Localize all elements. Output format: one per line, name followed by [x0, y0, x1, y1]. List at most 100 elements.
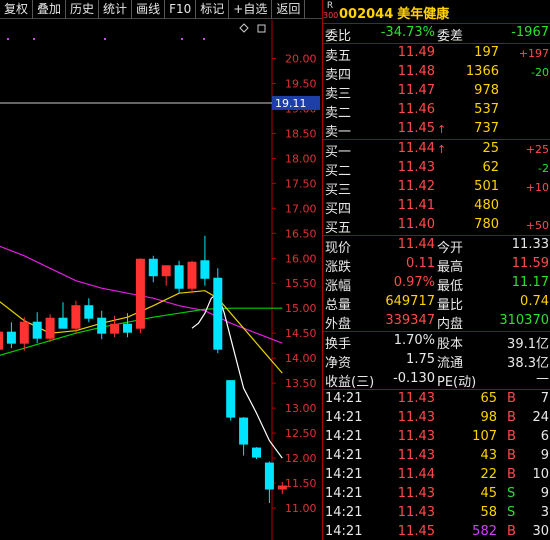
restore-rights-button[interactable]: 复权 [0, 0, 34, 19]
candle-body-down [239, 417, 249, 445]
tick-count: 3 [540, 505, 549, 520]
sell-row[interactable]: 卖二 11.46 537 [323, 101, 550, 121]
buy-label: 买一 [325, 145, 352, 160]
buy-row[interactable]: 买二 11.43 62 -2 [323, 159, 550, 179]
candle-body-down [123, 323, 132, 333]
up-arrow-icon: ↑ [437, 143, 447, 156]
sell-row[interactable]: 卖五 11.49 197 +197 [323, 44, 550, 64]
stats-row: 收益(三) -0.130 PE(动) — [323, 370, 550, 390]
tick-time: 14:21 [325, 486, 363, 501]
stats-label: 净资 [325, 356, 352, 371]
tick-time: 14:21 [325, 505, 363, 520]
tick-price: 11.43 [397, 486, 435, 501]
sell-volume: 1366 [465, 64, 499, 79]
buy-row[interactable]: 买四 11.41 480 [323, 197, 550, 217]
chart-toolbar: 复权 叠加 历史 统计 画线 F10 标记 +自选 返回 [0, 0, 322, 19]
y-tick-label: 11.50 [285, 477, 317, 490]
sell-label: 卖一 [325, 125, 352, 140]
mark-button[interactable]: 标记 [196, 0, 230, 19]
stock-name: 美年健康 [397, 7, 450, 22]
quote-row: 现价 11.44 今开 11.33 [323, 236, 550, 256]
tick-time: 14:21 [325, 391, 363, 406]
candle-body-down [6, 331, 16, 344]
tick-side: B [507, 524, 516, 539]
y-tick-label: 16.50 [285, 227, 317, 240]
y-tick-label: 17.00 [285, 202, 317, 215]
candle-body-up [161, 265, 171, 277]
quote-value: 339347 [385, 313, 435, 328]
sell-label: 卖二 [325, 106, 352, 121]
quote-value: 0.97% [393, 275, 435, 290]
quote-panel: R 300 002044 美年健康 委比 -34.73% 委差 -1967 卖五 1… [322, 0, 550, 540]
candle-body-down [97, 317, 107, 334]
y-tick-label: 13.50 [285, 377, 317, 390]
sell-volume: 537 [474, 102, 499, 117]
r-badge-number: 300 [323, 11, 339, 20]
kline-chart[interactable]: 20.0019.5019.0018.5018.0017.5017.0016.50… [0, 20, 322, 540]
weicha-value: -1967 [511, 25, 549, 40]
tick-side: B [507, 448, 516, 463]
sell-price: 11.48 [397, 64, 435, 79]
stats-label: PE(动) [437, 375, 477, 390]
draw-line-button[interactable]: 画线 [132, 0, 166, 19]
y-tick-label: 18.50 [285, 127, 317, 140]
candle-body-down [148, 258, 158, 277]
y-tick-label: 15.00 [285, 302, 317, 315]
candle-body-up [277, 485, 287, 490]
sell-row[interactable]: 卖四 11.48 1366 -20 [323, 63, 550, 83]
grid-dot [203, 38, 205, 40]
y-tick-label: 11.00 [285, 502, 317, 515]
add-watchlist-button[interactable]: +自选 [229, 0, 273, 19]
tick-list: 14:21 11.43 65 B 7 14:21 11.43 98 B 24 14:21 11.43 1… [323, 390, 550, 540]
quote-value: 11.33 [511, 237, 549, 252]
buy-label: 买五 [325, 221, 352, 236]
y-tick-label: 17.50 [285, 177, 317, 190]
statistics-button[interactable]: 统计 [99, 0, 133, 19]
tick-time: 14:21 [325, 467, 363, 482]
f10-button[interactable]: F10 [165, 0, 197, 19]
y-tick-label: 20.00 [285, 52, 317, 65]
quote-label: 现价 [325, 241, 352, 256]
overlay-button[interactable]: 叠加 [33, 0, 67, 19]
tick-time: 14:21 [325, 429, 363, 444]
tick-row: 14:21 11.43 107 B 6 [323, 428, 550, 447]
back-button[interactable]: 返回 [272, 0, 306, 19]
quote-value: 11.17 [511, 275, 549, 290]
buy-price: 11.42 [397, 179, 435, 194]
stock-title[interactable]: 002044 美年健康 [339, 3, 449, 22]
tick-row: 14:21 11.44 22 B 10 [323, 466, 550, 485]
tick-side: S [507, 505, 516, 520]
candle-body-up [110, 323, 120, 334]
stats-label: 换手 [325, 337, 352, 352]
tick-volume: 98 [480, 410, 497, 425]
tick-side: B [507, 391, 516, 406]
buy-row[interactable]: 买一 11.44 ↑ 25 +25 [323, 140, 550, 160]
quote-label: 外盘 [325, 317, 352, 332]
quote-row: 总量 649717 量比 0.74 [323, 293, 550, 313]
r-badge-letter: R [326, 1, 334, 11]
sell-orders: 卖五 11.49 197 +197 卖四 11.48 1366 -20 卖三 11.47 978 卖二… [323, 44, 550, 140]
buy-row[interactable]: 买三 11.42 501 +10 [323, 178, 550, 198]
buy-label: 买四 [325, 202, 352, 217]
sell-change: -20 [531, 66, 549, 79]
sell-row[interactable]: 卖一 11.45 ↑ 737 [323, 120, 550, 140]
stats-label: 流通 [437, 356, 464, 371]
quote-label: 内盘 [437, 317, 464, 332]
tick-count: 9 [540, 448, 549, 463]
y-tick-label: 16.00 [285, 252, 317, 265]
weibi-label: 委比 [325, 29, 352, 44]
sell-volume: 737 [474, 121, 499, 136]
sell-row[interactable]: 卖三 11.47 978 [323, 82, 550, 102]
candle-body-down [226, 380, 236, 418]
tick-row: 14:21 11.43 98 B 24 [323, 409, 550, 428]
y-tick-label: 15.50 [285, 277, 317, 290]
tick-side: B [507, 467, 516, 482]
weibi-row: 委比 -34.73% 委差 -1967 [323, 24, 550, 44]
grid-dot [181, 38, 183, 40]
history-button[interactable]: 历史 [66, 0, 100, 19]
y-tick-label: 12.00 [285, 452, 317, 465]
buy-orders: 买一 11.44 ↑ 25 +25 买二 11.43 62 -2 买三 11.42 501 +10 买四 1… [323, 140, 550, 236]
buy-row[interactable]: 买五 11.40 780 +50 [323, 216, 550, 236]
kline-svg: 20.0019.5019.0018.5018.0017.5017.0016.50… [0, 20, 320, 540]
quote-label: 最高 [437, 260, 464, 275]
